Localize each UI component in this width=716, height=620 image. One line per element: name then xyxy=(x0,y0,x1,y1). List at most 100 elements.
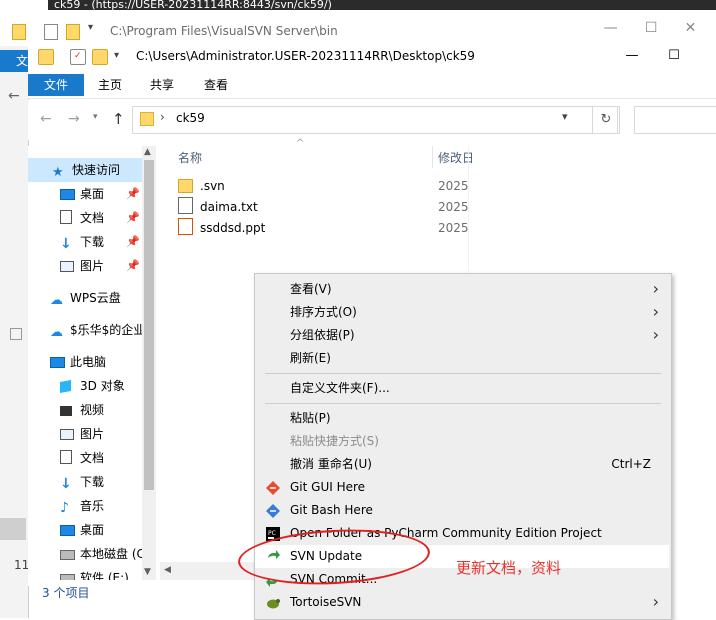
sidebar-item[interactable]: ↓ 下载 xyxy=(28,470,142,494)
submenu-arrow-icon: › xyxy=(652,279,659,298)
sidebar-item[interactable]: 此电脑 xyxy=(28,350,142,374)
sidebar-item[interactable]: 3D 对象 xyxy=(28,374,142,398)
scroll-up-icon[interactable]: ▲ xyxy=(144,147,151,157)
column-divider[interactable] xyxy=(432,146,433,168)
submenu-arrow-icon: › xyxy=(652,592,659,611)
sidebar-item[interactable]: ↓ 下载 📌 xyxy=(28,230,142,254)
sidebar-item[interactable]: 桌面 xyxy=(28,518,142,542)
breadcrumb-folder[interactable]: ck59 xyxy=(176,111,205,125)
download-icon: ↓ xyxy=(60,476,72,492)
new-folder-icon[interactable] xyxy=(66,24,80,40)
refresh-icon: ↻ xyxy=(600,112,612,127)
sidebar-item-label: 下载 xyxy=(80,235,105,249)
text-file-icon xyxy=(178,197,193,214)
properties-icon[interactable] xyxy=(44,24,58,40)
menu-item[interactable]: Git Bash Here xyxy=(255,499,669,522)
sidebar-item[interactable]: ☁ WPS云盘 xyxy=(28,286,142,310)
menu-separator xyxy=(265,373,661,374)
address-dropdown-icon[interactable]: ▾ xyxy=(562,110,568,123)
qat-dropdown-icon[interactable]: ▾ xyxy=(88,22,93,33)
close-icon[interactable]: ✕ xyxy=(685,20,697,42)
menu-item-label: Git GUI Here xyxy=(290,480,366,494)
sidebar-item[interactable]: ☁ $乐华$的企业 xyxy=(28,318,142,342)
submenu-arrow-icon: › xyxy=(652,325,659,344)
menu-item[interactable]: 分组依据(P) › xyxy=(255,324,669,347)
tab-share[interactable]: 共享 xyxy=(150,74,174,96)
menu-item[interactable]: 撤消 重命名(U) Ctrl+Z xyxy=(255,453,669,476)
sidebar-item-label: 本地磁盘 (C xyxy=(80,547,142,561)
file-tab[interactable]: 文件 xyxy=(28,74,84,96)
git-bash-icon xyxy=(265,503,281,519)
music-icon: ♪ xyxy=(60,500,69,516)
sidebar-item-label: $乐华$的企业 xyxy=(70,323,142,337)
background-window-path: C:\Program Files\VisualSVN Server\bin xyxy=(110,24,338,38)
menu-item-label: 自定义文件夹(F)... xyxy=(290,381,390,395)
pictures-icon xyxy=(60,424,74,440)
pin-icon[interactable]: 📌 xyxy=(126,230,140,254)
pin-icon[interactable]: 📌 xyxy=(126,182,140,206)
menu-separator xyxy=(265,403,661,404)
menu-item-label: 查看(V) xyxy=(290,282,332,296)
column-header-name[interactable]: 名称 xyxy=(178,149,202,166)
menu-item[interactable]: 刷新(E) xyxy=(255,347,669,370)
sidebar-item[interactable]: 桌面 📌 xyxy=(28,182,142,206)
menu-item[interactable]: TortoiseSVN › xyxy=(255,591,669,614)
menu-item[interactable]: 自定义文件夹(F)... xyxy=(255,377,669,400)
pictures-icon xyxy=(60,256,74,272)
menu-item-label: Git Bash Here xyxy=(290,503,373,517)
menu-item[interactable]: 排序方式(O) › xyxy=(255,301,669,324)
computer-icon xyxy=(50,352,65,368)
sidebar-item[interactable]: 图片 xyxy=(28,422,142,446)
sort-indicator-icon: ^ xyxy=(296,138,305,149)
sidebar-item-label: 下载 xyxy=(80,475,105,489)
tab-view[interactable]: 查看 xyxy=(204,74,228,96)
tortoisesvn-icon xyxy=(265,595,281,611)
sidebar-item[interactable]: 文档 📌 xyxy=(28,206,142,230)
file-row[interactable]: ssddsd.ppt xyxy=(178,218,265,239)
new-folder-icon[interactable] xyxy=(92,49,108,65)
minimize-icon[interactable]: — xyxy=(604,20,618,42)
background-window-title: ck59 - (https://USER-20231114RR:8443/svn… xyxy=(48,0,716,10)
up-arrow-icon[interactable]: ↑ xyxy=(112,110,125,128)
tab-home[interactable]: 主页 xyxy=(98,74,122,96)
sidebar-item[interactable]: 图片 📌 xyxy=(28,254,142,278)
sidebar-item[interactable]: 视频 xyxy=(28,398,142,422)
cloud-icon: ☁ xyxy=(50,293,63,308)
pin-icon[interactable]: 📌 xyxy=(126,254,140,278)
maximize-icon[interactable]: ☐ xyxy=(645,20,658,42)
submenu-arrow-icon: › xyxy=(652,302,659,321)
sidebar-item[interactable]: ★ 快速访问 xyxy=(28,158,142,182)
sidebar-item[interactable]: 本地磁盘 (C xyxy=(28,542,142,566)
properties-icon[interactable]: ✓ xyxy=(70,49,86,65)
file-row[interactable]: .svn xyxy=(178,176,225,197)
desktop-icon xyxy=(60,520,75,536)
scrollbar-thumb[interactable] xyxy=(144,160,154,490)
back-button-icon[interactable]: ← xyxy=(40,111,52,127)
sidebar-item[interactable]: 软件 (E:) xyxy=(28,566,142,580)
breadcrumb-chevron-icon[interactable]: › xyxy=(160,110,165,124)
qat-dropdown-icon[interactable]: ▾ xyxy=(114,50,119,61)
sidebar-item[interactable]: ♪ 音乐 xyxy=(28,494,142,518)
menu-item[interactable]: Git GUI Here xyxy=(255,476,669,499)
menu-item[interactable]: 查看(V) › xyxy=(255,278,669,301)
scroll-left-icon[interactable]: ◀ xyxy=(164,565,171,575)
pin-icon[interactable]: 📌 xyxy=(126,206,140,230)
scroll-down-icon[interactable]: ▼ xyxy=(144,567,151,577)
recent-locations-icon[interactable]: ▾ xyxy=(93,112,98,122)
search-input[interactable] xyxy=(634,106,716,134)
background-item-icon xyxy=(10,328,22,340)
sidebar-item[interactable]: 文档 xyxy=(28,446,142,470)
forward-button-icon[interactable]: → xyxy=(68,111,80,127)
address-bar[interactable] xyxy=(132,106,618,134)
file-date: 2025 xyxy=(438,200,469,214)
sidebar-item-label: 快速访问 xyxy=(72,163,121,177)
sidebar-item-label: 3D 对象 xyxy=(80,379,125,393)
maximize-button[interactable]: ☐ xyxy=(656,44,692,68)
menu-item[interactable]: 粘贴(P) xyxy=(255,407,669,430)
back-arrow-icon[interactable]: ← xyxy=(8,88,20,104)
refresh-button[interactable]: ↻ xyxy=(592,106,620,134)
file-name: daima.txt xyxy=(200,200,258,214)
minimize-button[interactable]: — xyxy=(614,44,650,68)
menu-item-label: 撤消 重命名(U) xyxy=(290,457,372,471)
file-row[interactable]: daima.txt xyxy=(178,197,258,218)
